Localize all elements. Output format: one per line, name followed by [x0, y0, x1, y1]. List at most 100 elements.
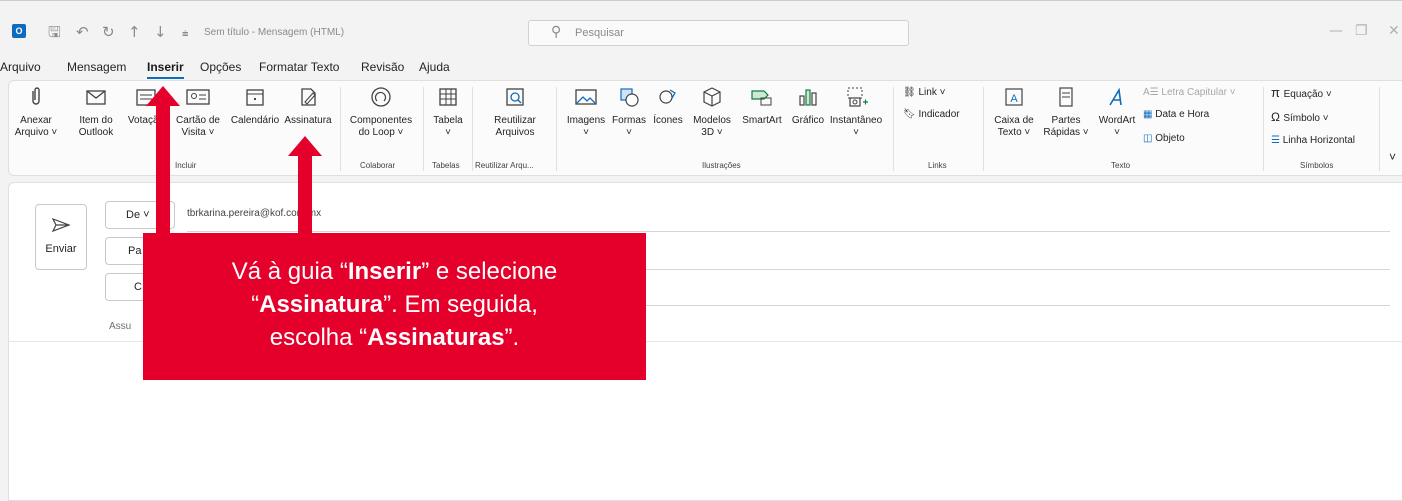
table-icon: [426, 85, 470, 109]
redo-icon[interactable]: ↻: [102, 24, 115, 40]
previous-item-icon[interactable]: ↑: [128, 24, 141, 40]
link-button[interactable]: ⛓ Link ˅: [903, 87, 945, 99]
assinatura-button[interactable]: Assinatura: [281, 85, 335, 127]
calendar-icon: [227, 85, 283, 109]
image-icon: [563, 85, 609, 109]
instantaneo-label-2: ˅: [853, 127, 859, 138]
group-label-reutilizar: Reutilizar Arqu...: [475, 161, 534, 170]
group-label-simbolos: Símbolos: [1300, 161, 1334, 170]
ribbon-expand-chevron-icon[interactable]: ˅: [1389, 151, 1396, 163]
pi-icon: π: [1271, 85, 1284, 100]
icones-button[interactable]: Ícones: [649, 85, 687, 127]
group-separator: [893, 87, 894, 171]
next-item-icon[interactable]: ↓: [154, 24, 167, 40]
to-label: Pa: [128, 245, 142, 257]
reutilizar-label-2: Arquivos: [495, 127, 535, 138]
group-label-tabelas: Tabelas: [432, 161, 460, 170]
callout-text: escolha “: [269, 324, 368, 351]
callout-text: Vá à guia “: [231, 258, 348, 285]
tab-revisao[interactable]: Revisão: [361, 60, 404, 74]
send-button[interactable]: Enviar: [35, 204, 87, 270]
cartao-label: Cartão de: [176, 115, 220, 126]
wordart-label-2: ˅: [1114, 127, 1120, 138]
callout-text: ”.: [504, 324, 520, 351]
signature-icon: [281, 85, 335, 109]
search-placeholder: Pesquisar: [575, 27, 624, 39]
link-label: Link ˅: [918, 87, 946, 98]
anexar-arquivo-button[interactable]: Anexar Arquivo ˅: [9, 85, 63, 139]
callout-bold: Assinatura: [259, 291, 384, 318]
indicador-button[interactable]: 🔖︎ Indicador: [903, 109, 960, 121]
componentes-loop-button[interactable]: Componentes do Loop ˅: [343, 85, 419, 139]
formas-button[interactable]: Formas ˅: [609, 85, 649, 139]
instruction-callout: Vá à guia “Inserir” e selecione “Assinat…: [143, 233, 646, 380]
object-icon: ◫: [1143, 133, 1156, 144]
link-icon: ⛓: [903, 87, 919, 98]
callout-text: ”. Em seguida,: [383, 291, 538, 318]
reuse-files-icon: [483, 85, 547, 109]
modelos-3d-button[interactable]: Modelos 3D ˅: [687, 85, 737, 139]
linha-horizontal-button[interactable]: ☰ Linha Horizontal: [1271, 135, 1355, 147]
tab-opcoes[interactable]: Opções: [200, 60, 241, 74]
tab-formatar-texto[interactable]: Formatar Texto: [259, 60, 339, 74]
group-separator: [340, 87, 341, 171]
letra-capitular-label: Letra Capitular ˅: [1161, 87, 1236, 98]
simbolo-label: Símbolo ˅: [1283, 113, 1329, 124]
calendario-button[interactable]: Calendário: [227, 85, 283, 127]
tab-inserir[interactable]: Inserir: [147, 60, 184, 79]
icons-icon: [649, 85, 687, 109]
instantaneo-button[interactable]: Instantâneo ˅: [827, 85, 885, 139]
imagens-button[interactable]: Imagens ˅: [563, 85, 609, 139]
search-box[interactable]: ⚲ Pesquisar: [528, 20, 909, 46]
shapes-icon: [609, 85, 649, 109]
callout-text: “: [251, 291, 260, 318]
minimize-icon[interactable]: —: [1329, 23, 1343, 39]
from-divider: [187, 231, 1390, 232]
wordart-button[interactable]: WordArt ˅: [1093, 85, 1141, 139]
tab-arquivo[interactable]: Arquivo: [0, 60, 41, 74]
arrow-to-inserir-tab: [156, 105, 170, 235]
grafico-button[interactable]: Gráfico: [787, 85, 829, 127]
smartart-button[interactable]: SmartArt: [737, 85, 787, 127]
subject-label[interactable]: Assu: [109, 321, 131, 332]
cc-label: C: [134, 281, 142, 293]
callout-bold: Inserir: [347, 258, 422, 285]
componentes-label-2: do Loop ˅: [358, 127, 404, 138]
undo-icon[interactable]: ↶: [76, 24, 89, 40]
reutilizar-arquivos-button[interactable]: Reutilizar Arquivos: [483, 85, 547, 139]
simbolo-button[interactable]: Ω Símbolo ˅: [1271, 111, 1329, 125]
item-outlook-button[interactable]: Item do Outlook: [71, 85, 121, 139]
componentes-label: Componentes: [349, 115, 413, 126]
group-label-ilustracoes: Ilustrações: [702, 161, 741, 170]
chart-icon: [787, 85, 829, 109]
tab-mensagem[interactable]: Mensagem: [67, 60, 126, 74]
linha-horizontal-label: Linha Horizontal: [1282, 135, 1356, 146]
group-label-incluir: Incluir: [175, 161, 197, 170]
equacao-button[interactable]: π Equação ˅: [1271, 85, 1332, 101]
tab-ajuda[interactable]: Ajuda: [419, 60, 450, 74]
modelos-label-2: 3D ˅: [701, 127, 723, 138]
close-icon[interactable]: ✕: [1388, 23, 1400, 39]
callout-text: ” e selecione: [421, 258, 558, 285]
ribbon-tabs: Arquivo Mensagem Inserir Opções Formatar…: [0, 58, 1402, 80]
data-hora-button[interactable]: ▦ Data e Hora: [1143, 109, 1209, 121]
restore-icon[interactable]: ❐: [1355, 23, 1368, 39]
anexar-label-2: Arquivo ˅: [14, 127, 58, 138]
caixa-texto-button[interactable]: A Caixa de Texto ˅: [989, 85, 1039, 139]
group-separator: [1263, 87, 1264, 171]
objeto-button[interactable]: ◫ Objeto: [1143, 133, 1185, 145]
assinatura-label: Assinatura: [284, 115, 332, 126]
modelos-label: Modelos: [693, 115, 731, 126]
customize-toolbar-icon[interactable]: ⩧: [182, 26, 188, 42]
grafico-label: Gráfico: [791, 115, 825, 126]
letra-capitular-button[interactable]: A☰ Letra Capitular ˅: [1143, 87, 1236, 99]
from-label: De: [126, 209, 141, 221]
send-label: Enviar: [45, 243, 77, 255]
partes-rapidas-button[interactable]: Partes Rápidas ˅: [1039, 85, 1093, 139]
save-icon[interactable]: 🖫: [48, 24, 61, 40]
reutilizar-label: Reutilizar: [494, 115, 536, 126]
callout-line-1: Vá à guia “Inserir” e selecione: [143, 255, 646, 288]
partes-label-2: Rápidas ˅: [1043, 127, 1089, 138]
arrow-head-assinatura: [288, 136, 322, 156]
tabela-button[interactable]: Tabela ˅: [426, 85, 470, 139]
